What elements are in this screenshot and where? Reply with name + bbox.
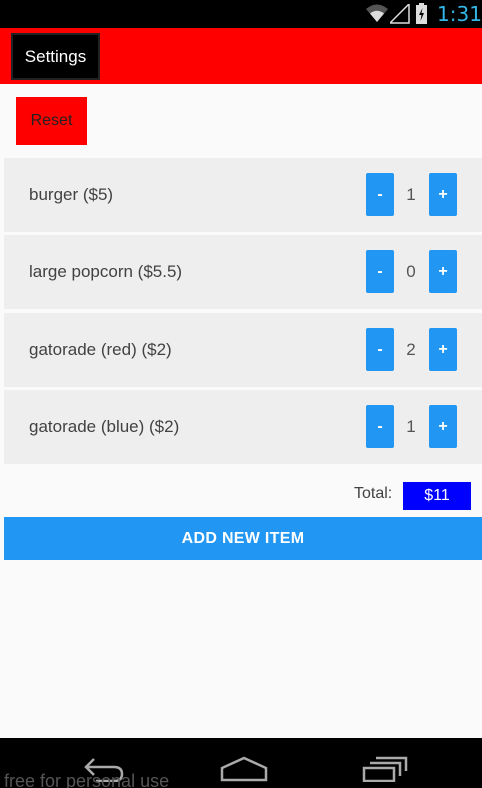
decrement-button[interactable]: - [366,173,394,216]
item-quantity: 0 [406,262,416,281]
item-label: burger ($5) [29,185,114,204]
item-quantity: 2 [406,340,416,359]
add-new-item-button[interactable]: ADD NEW ITEM [4,517,482,560]
app-bar: Settings [0,28,482,84]
list-item: burger ($5) - 1 + [4,158,482,232]
main-content: Reset burger ($5) - 1 + large popcorn ($… [0,84,482,738]
item-quantity: 1 [406,417,416,436]
status-bar: 1:31 [0,0,482,28]
item-label: gatorade (blue) ($2) [29,417,180,436]
decrement-button[interactable]: - [366,405,394,448]
watermark: free for personal use [4,771,170,788]
increment-button[interactable]: + [429,173,457,216]
list-item: gatorade (red) ($2) - 2 + [4,313,482,387]
increment-button[interactable]: + [429,405,457,448]
signal-icon [390,4,410,24]
reset-button[interactable]: Reset [16,97,87,145]
total-label: Total: [354,485,393,502]
decrement-button[interactable]: - [366,328,394,371]
item-quantity: 1 [406,185,416,204]
list-item: gatorade (blue) ($2) - 1 + [4,390,482,464]
home-icon[interactable] [220,756,268,782]
item-label: large popcorn ($5.5) [29,262,183,281]
increment-button[interactable]: + [429,328,457,371]
phone-screen: 1:31 Settings Reset burger ($5) - 1 + la… [0,0,482,788]
status-time: 1:31 [437,2,482,26]
decrement-button[interactable]: - [366,250,394,293]
list-item: large popcorn ($5.5) - 0 + [4,235,482,309]
wifi-icon [366,4,388,22]
increment-button[interactable]: + [429,250,457,293]
recents-icon[interactable] [362,756,408,782]
total-value: $11 [403,482,471,510]
item-label: gatorade (red) ($2) [29,340,172,359]
settings-button[interactable]: Settings [11,33,100,80]
battery-charging-icon [416,3,427,24]
